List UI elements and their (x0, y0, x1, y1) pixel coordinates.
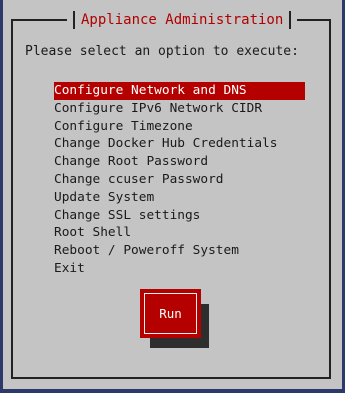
menu-item-change-root-password[interactable]: Change Root Password (54, 153, 305, 171)
run-button[interactable]: Run (140, 289, 201, 338)
menu-item-configure-network-dns[interactable]: Configure Network and DNS (54, 82, 305, 100)
menu-item-change-ccuser-password[interactable]: Change ccuser Password (54, 171, 305, 189)
option-menu[interactable]: Configure Network and DNS Configure IPv6… (54, 82, 305, 278)
terminal-screen: Appliance Administration Please select a… (0, 0, 345, 393)
dialog-title-box: Appliance Administration (67, 9, 298, 31)
menu-item-update-system[interactable]: Update System (54, 189, 305, 207)
menu-item-exit[interactable]: Exit (54, 260, 305, 278)
screen-edge-left (0, 0, 3, 393)
screen-edge-bottom (0, 389, 345, 393)
menu-item-ssl-settings[interactable]: Change SSL settings (54, 207, 305, 225)
menu-item-docker-hub-credentials[interactable]: Change Docker Hub Credentials (54, 135, 305, 153)
menu-item-reboot-poweroff[interactable]: Reboot / Poweroff System (54, 242, 305, 260)
menu-item-configure-ipv6-cidr[interactable]: Configure IPv6 Network CIDR (54, 100, 305, 118)
dialog-prompt: Please select an option to execute: (25, 44, 299, 59)
run-button-label: Run (144, 293, 197, 334)
menu-item-root-shell[interactable]: Root Shell (54, 224, 305, 242)
dialog-title: Appliance Administration (81, 12, 284, 28)
menu-item-configure-timezone[interactable]: Configure Timezone (54, 118, 305, 136)
